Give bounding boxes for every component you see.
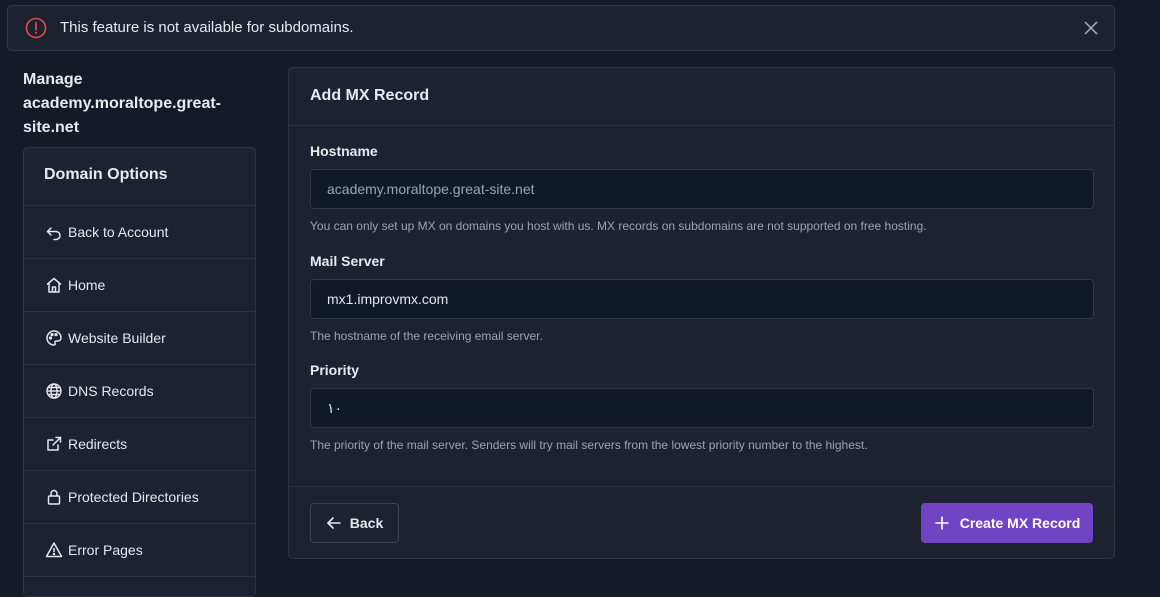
mail-server-help: The hostname of the receiving email serv… xyxy=(310,329,543,343)
sidebar-header: Domain Options xyxy=(24,148,255,206)
back-button[interactable]: Back xyxy=(310,503,399,543)
create-mx-record-button[interactable]: Create MX Record xyxy=(921,503,1093,543)
mail-server-label: Mail Server xyxy=(310,253,385,269)
back-button-label: Back xyxy=(349,515,384,531)
close-icon[interactable] xyxy=(1082,19,1100,37)
card-footer: Back Create MX Record xyxy=(289,486,1114,559)
external-link-icon xyxy=(45,435,63,453)
alert-message: This feature is not available for subdom… xyxy=(60,19,354,36)
sidebar: Domain Options Back to Account Home Webs… xyxy=(23,147,256,597)
sidebar-item-dns-records[interactable]: DNS Records xyxy=(24,365,255,418)
add-mx-record-card: Add MX Record Hostname You can only set … xyxy=(288,67,1115,559)
sidebar-item-label: Website Builder xyxy=(68,330,166,346)
sidebar-item-label: Back to Account xyxy=(68,224,169,240)
warning-icon xyxy=(45,541,63,559)
page-title: Manage academy.moraltope.great-site.net xyxy=(23,71,221,136)
sidebar-item-label: DNS Records xyxy=(68,383,154,399)
sidebar-item-protected-directories[interactable]: Protected Directories xyxy=(24,471,255,524)
sidebar-item-label: Redirects xyxy=(68,436,128,452)
sidebar-item-home[interactable]: Home xyxy=(24,259,255,312)
globe-icon xyxy=(45,382,63,400)
sidebar-item-website-builder[interactable]: Website Builder xyxy=(24,312,255,365)
lock-icon xyxy=(45,488,63,506)
priority-help: The priority of the mail server. Senders… xyxy=(310,438,868,452)
hostname-field[interactable] xyxy=(310,169,1094,209)
priority-field[interactable] xyxy=(310,388,1094,428)
mail-server-field[interactable] xyxy=(310,279,1094,319)
exclamation-circle-icon xyxy=(25,17,47,39)
hostname-label: Hostname xyxy=(310,143,378,159)
priority-label: Priority xyxy=(310,362,360,378)
arrow-left-icon xyxy=(326,515,342,531)
sidebar-item-error-pages[interactable]: Error Pages xyxy=(24,524,255,577)
sidebar-item-redirects[interactable]: Redirects xyxy=(24,418,255,471)
plus-icon xyxy=(934,515,950,531)
home-icon xyxy=(45,276,63,294)
sidebar-item-label: Error Pages xyxy=(68,542,143,558)
sidebar-item-label: Home xyxy=(68,277,106,293)
hostname-help: You can only set up MX on domains you ho… xyxy=(310,219,927,233)
back-arrow-icon xyxy=(45,223,63,241)
sidebar-item-label: Protected Directories xyxy=(68,489,199,505)
alert-banner: This feature is not available for subdom… xyxy=(7,5,1115,51)
create-button-label: Create MX Record xyxy=(959,515,1081,531)
sidebar-item-back-to-account[interactable]: Back to Account xyxy=(24,206,255,259)
palette-icon xyxy=(45,329,63,347)
card-title: Add MX Record xyxy=(289,68,1114,126)
